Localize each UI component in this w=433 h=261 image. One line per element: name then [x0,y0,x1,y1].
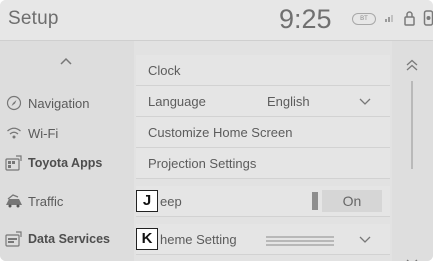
traffic-icon [4,192,24,210]
beep-toggle-button[interactable]: On [322,190,382,212]
setup-screen: Setup 9:25 BT Navigation Wi-Fi Toyota Ap… [0,0,433,261]
bluetooth-badge-icon: BT [352,13,376,25]
toggle-indicator [312,192,318,210]
navigation-icon [4,94,24,112]
projection-settings-row[interactable]: Projection Settings [136,148,390,179]
language-row[interactable]: Language English [136,86,390,117]
sidebar-item-navigation[interactable]: Navigation [4,88,132,118]
wifi-icon [4,124,24,142]
clock-display: 9:25 [279,4,332,34]
row-label: Projection Settings [148,156,257,171]
row-label: heme Setting [160,232,237,247]
sidebar-item-label: Toyota Apps [28,156,103,170]
theme-setting-row[interactable]: K heme Setting [136,224,390,255]
page-title: Setup [8,8,59,29]
row-label: Language [148,94,206,109]
sidebar-item-label: Navigation [28,95,90,111]
sidebar-item-toyota-apps[interactable]: Toyota Apps [4,148,132,178]
phone-status-icon [423,10,433,26]
toyota-apps-icon [4,154,24,172]
signal-strength-icon [385,12,397,25]
top-bar: Setup 9:25 BT [0,0,433,41]
row-label: Customize Home Screen [148,125,293,140]
row-label: Clock [148,63,181,78]
sidebar-item-traffic[interactable]: Traffic [4,186,132,216]
lock-icon [404,10,415,26]
callout-label: J [136,190,158,212]
chevron-down-icon[interactable] [358,95,372,107]
scroll-up-icon[interactable] [405,59,419,73]
callout-label: K [136,228,158,250]
scroll-down-icon[interactable] [405,257,419,261]
customize-home-screen-row[interactable]: Customize Home Screen [136,117,390,148]
chevron-up-icon[interactable] [56,51,76,71]
sidebar-item-data-services[interactable]: Data Services [4,224,132,254]
sidebar-item-wifi[interactable]: Wi-Fi [4,118,132,148]
theme-preview-icon [266,234,334,246]
sidebar-item-label: Wi-Fi [28,125,59,141]
category-sidebar: Navigation Wi-Fi Toyota Apps Traffic Dat… [0,41,134,261]
sidebar-item-label: Data Services [28,232,111,246]
clock-row[interactable]: Clock [136,55,390,86]
settings-list: Clock Language English Customize Home Sc… [136,41,392,261]
row-label: eep [160,194,182,209]
scroll-panel [392,41,433,261]
data-services-icon [4,230,24,248]
sidebar-item-label: Traffic [28,193,64,209]
chevron-down-icon[interactable] [358,233,372,245]
scrollbar[interactable] [411,81,413,169]
language-value: English [267,94,310,109]
beep-row[interactable]: J eep On [136,186,390,217]
